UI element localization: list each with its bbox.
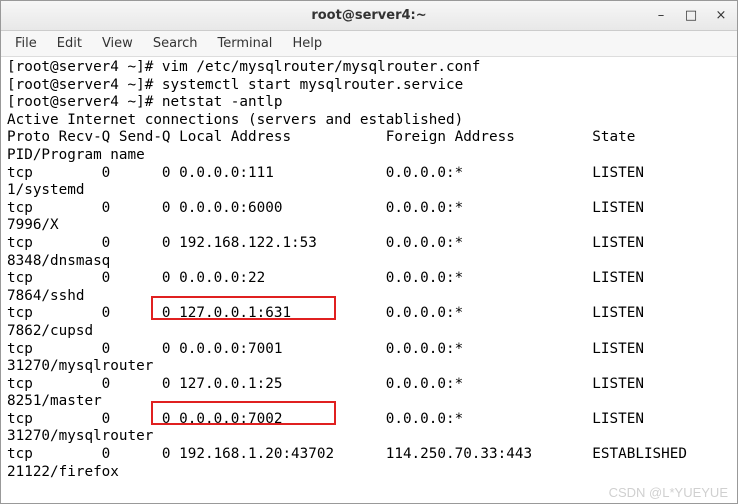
close-button[interactable]: × bbox=[711, 5, 731, 25]
titlebar: root@server4:~ – □ × bbox=[1, 1, 737, 31]
menu-search[interactable]: Search bbox=[143, 33, 208, 54]
terminal-window: root@server4:~ – □ × File Edit View Sear… bbox=[0, 0, 738, 504]
menu-terminal[interactable]: Terminal bbox=[207, 33, 282, 54]
menu-view[interactable]: View bbox=[92, 33, 143, 54]
menu-edit[interactable]: Edit bbox=[47, 33, 92, 54]
menu-file[interactable]: File bbox=[5, 33, 47, 54]
maximize-button[interactable]: □ bbox=[681, 5, 701, 25]
menu-help[interactable]: Help bbox=[282, 33, 332, 54]
terminal-output[interactable]: [root@server4 ~]# vim /etc/mysqlrouter/m… bbox=[1, 57, 737, 503]
window-title: root@server4:~ bbox=[311, 8, 426, 23]
window-controls: – □ × bbox=[651, 5, 731, 25]
minimize-button[interactable]: – bbox=[651, 5, 671, 25]
menubar: File Edit View Search Terminal Help bbox=[1, 31, 737, 57]
